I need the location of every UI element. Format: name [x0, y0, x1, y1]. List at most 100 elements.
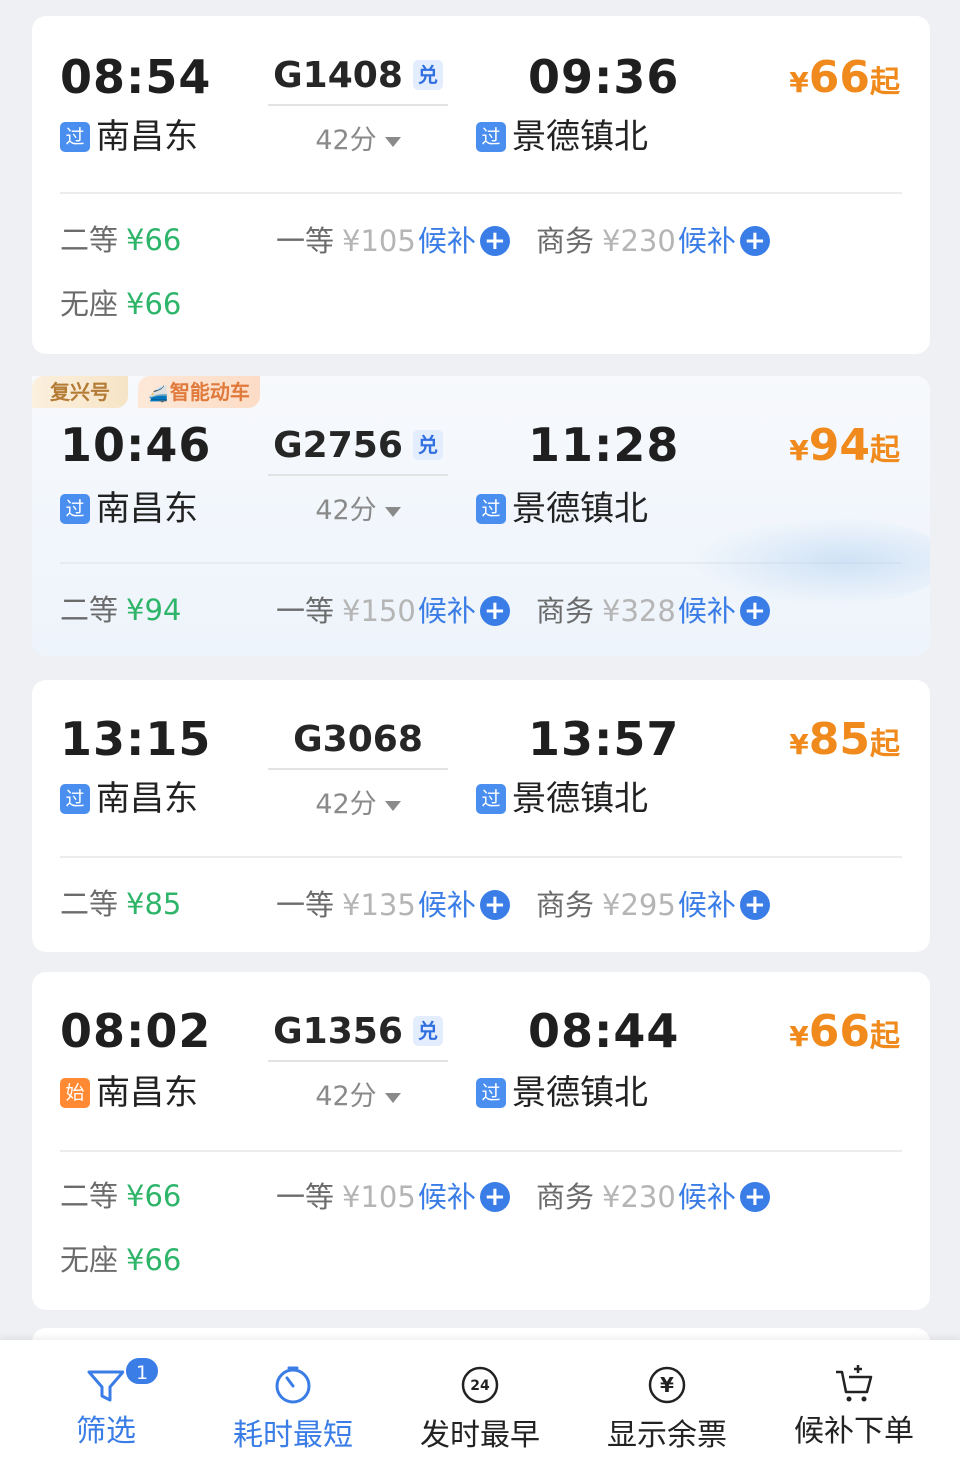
train-card[interactable]: 08:02 始 南昌东 G1356 兑 42分 08:44 过 景德镇北 ¥66…: [32, 972, 930, 1310]
seat-business-class[interactable]: 商务 ¥328 候补 +: [536, 596, 770, 626]
seat-business-class[interactable]: 商务 ¥295 候补 +: [536, 890, 770, 920]
train-info[interactable]: G1356 兑 42分: [268, 1008, 448, 1113]
add-waitlist-icon[interactable]: +: [739, 226, 770, 256]
departure-station: 过 南昌东: [60, 120, 198, 154]
seat-business-class[interactable]: 商务 ¥230 候补 +: [536, 226, 770, 256]
arrival-time: 11:28: [528, 418, 680, 472]
add-waitlist-icon[interactable]: +: [739, 596, 770, 626]
arrival-station: 过 景德镇北: [476, 1076, 648, 1110]
train-icon: 🚄: [148, 384, 168, 403]
train-card[interactable]: 10:46 过 南昌东 G2756 兑 42分 11:28 过 景德镇北 ¥94…: [32, 376, 930, 656]
waitlist-order-label: 候补下单: [794, 1414, 914, 1449]
train-number: G3068: [293, 718, 423, 760]
duration-toggle[interactable]: 42分: [268, 488, 448, 527]
add-waitlist-icon[interactable]: +: [739, 890, 770, 920]
seat-first-class[interactable]: 一等 ¥135 候补 +: [276, 890, 510, 920]
svg-text:¥: ¥: [660, 1373, 674, 1397]
pass-badge: 过: [60, 784, 90, 814]
pass-badge: 过: [476, 784, 506, 814]
filter-icon: [87, 1370, 125, 1402]
train-line: [268, 1060, 448, 1062]
arrival-time: 09:36: [528, 50, 680, 104]
seat-no-seat: 无座 ¥66: [60, 1243, 182, 1277]
train-info[interactable]: G2756 兑 42分: [268, 422, 448, 527]
seat-business-class[interactable]: 商务 ¥230 候补 +: [536, 1182, 770, 1212]
arrival-time: 08:44: [528, 1004, 680, 1058]
train-number: G1408: [273, 54, 403, 96]
cart-plus-icon: [836, 1365, 873, 1402]
departure-station-name: 南昌东: [96, 779, 198, 819]
seat-first-class[interactable]: 一等 ¥150 候补 +: [276, 596, 510, 626]
caret-down-icon: [384, 506, 401, 517]
train-info[interactable]: G1408 兑 42分: [268, 52, 448, 157]
add-waitlist-icon[interactable]: +: [479, 596, 510, 626]
seat-second-class: 二等 ¥85: [60, 887, 182, 921]
caret-down-icon: [384, 1092, 401, 1103]
departure-time: 08:02: [60, 1004, 212, 1058]
train-card[interactable]: 08:54 过 南昌东 G1408 兑 42分 09:36 过 景德镇北 ¥66…: [32, 16, 930, 354]
min-price: ¥94 起: [789, 420, 900, 471]
fuxing-tag: 复兴号: [32, 376, 128, 408]
filter-count-badge: 1: [124, 1356, 160, 1386]
sort-earliest-label: 发时最早: [420, 1418, 540, 1453]
sort-earliest-button[interactable]: 24 发时最早: [384, 1340, 576, 1466]
pass-badge: 过: [60, 122, 90, 152]
clock-24-icon: 24: [461, 1366, 499, 1404]
pass-badge: 过: [476, 1078, 506, 1108]
sort-shortest-label: 耗时最短: [233, 1418, 353, 1453]
smart-emu-tag: 🚄 智能动车: [138, 376, 260, 408]
sort-shortest-button[interactable]: 耗时最短: [197, 1340, 389, 1466]
filter-button[interactable]: 1 筛选: [10, 1340, 202, 1466]
train-info[interactable]: G3068 42分: [268, 716, 448, 821]
pass-badge: 过: [60, 494, 90, 524]
seat-no-seat: 无座 ¥66: [60, 287, 182, 321]
duration: 42分: [315, 789, 377, 820]
arrival-station-name: 景德镇北: [512, 1073, 648, 1113]
filter-label: 筛选: [76, 1414, 136, 1449]
train-number: G1356: [273, 1010, 403, 1052]
add-waitlist-icon[interactable]: +: [479, 890, 510, 920]
train-line: [268, 768, 448, 770]
arrival-station: 过 景德镇北: [476, 120, 648, 154]
arrival-station-name: 景德镇北: [512, 117, 648, 157]
seat-second-class: 二等 ¥66: [60, 1179, 182, 1213]
exchange-tag: 兑: [412, 430, 443, 460]
yuan-icon: ¥: [648, 1366, 686, 1404]
duration-toggle[interactable]: 42分: [268, 118, 448, 157]
train-line: [268, 104, 448, 106]
departure-time: 13:15: [60, 712, 212, 766]
exchange-tag: 兑: [412, 1016, 443, 1046]
bottom-toolbar: 1 筛选 耗时最短 24 发时最早 ¥ 显示余票 候补下单: [0, 1340, 960, 1466]
seat-second-class: 二等 ¥66: [60, 223, 182, 257]
duration: 42分: [315, 1081, 377, 1112]
departure-station: 始 南昌东: [60, 1076, 198, 1110]
add-waitlist-icon[interactable]: +: [739, 1182, 770, 1212]
train-number: G2756: [273, 424, 403, 466]
seat-first-class[interactable]: 一等 ¥105 候补 +: [276, 1182, 510, 1212]
pass-badge: 过: [476, 122, 506, 152]
train-card[interactable]: 13:15 过 南昌东 G3068 42分 13:57 过 景德镇北 ¥85 起 …: [32, 680, 930, 952]
departure-station: 过 南昌东: [60, 782, 198, 816]
timer-icon: [275, 1366, 311, 1404]
seat-first-class[interactable]: 一等 ¥105 候补 +: [276, 226, 510, 256]
divider: [60, 856, 902, 858]
departure-station: 过 南昌东: [60, 492, 198, 526]
waitlist-order-button[interactable]: 候补下单: [758, 1340, 950, 1466]
arrival-station-name: 景德镇北: [512, 489, 648, 529]
departure-station-name: 南昌东: [96, 489, 198, 529]
departure-time: 08:54: [60, 50, 212, 104]
divider: [60, 562, 902, 564]
arrival-station: 过 景德镇北: [476, 782, 648, 816]
seat-second-class: 二等 ¥94: [60, 593, 182, 627]
train-line: [268, 474, 448, 476]
pass-badge: 过: [476, 494, 506, 524]
arrival-station: 过 景德镇北: [476, 492, 648, 526]
show-tickets-button[interactable]: ¥ 显示余票: [571, 1340, 763, 1466]
departure-station-name: 南昌东: [96, 1073, 198, 1113]
add-waitlist-icon[interactable]: +: [479, 1182, 510, 1212]
min-price: ¥85 起: [789, 714, 900, 765]
duration-toggle[interactable]: 42分: [268, 782, 448, 821]
caret-down-icon: [384, 136, 401, 147]
duration-toggle[interactable]: 42分: [268, 1074, 448, 1113]
add-waitlist-icon[interactable]: +: [479, 226, 510, 256]
